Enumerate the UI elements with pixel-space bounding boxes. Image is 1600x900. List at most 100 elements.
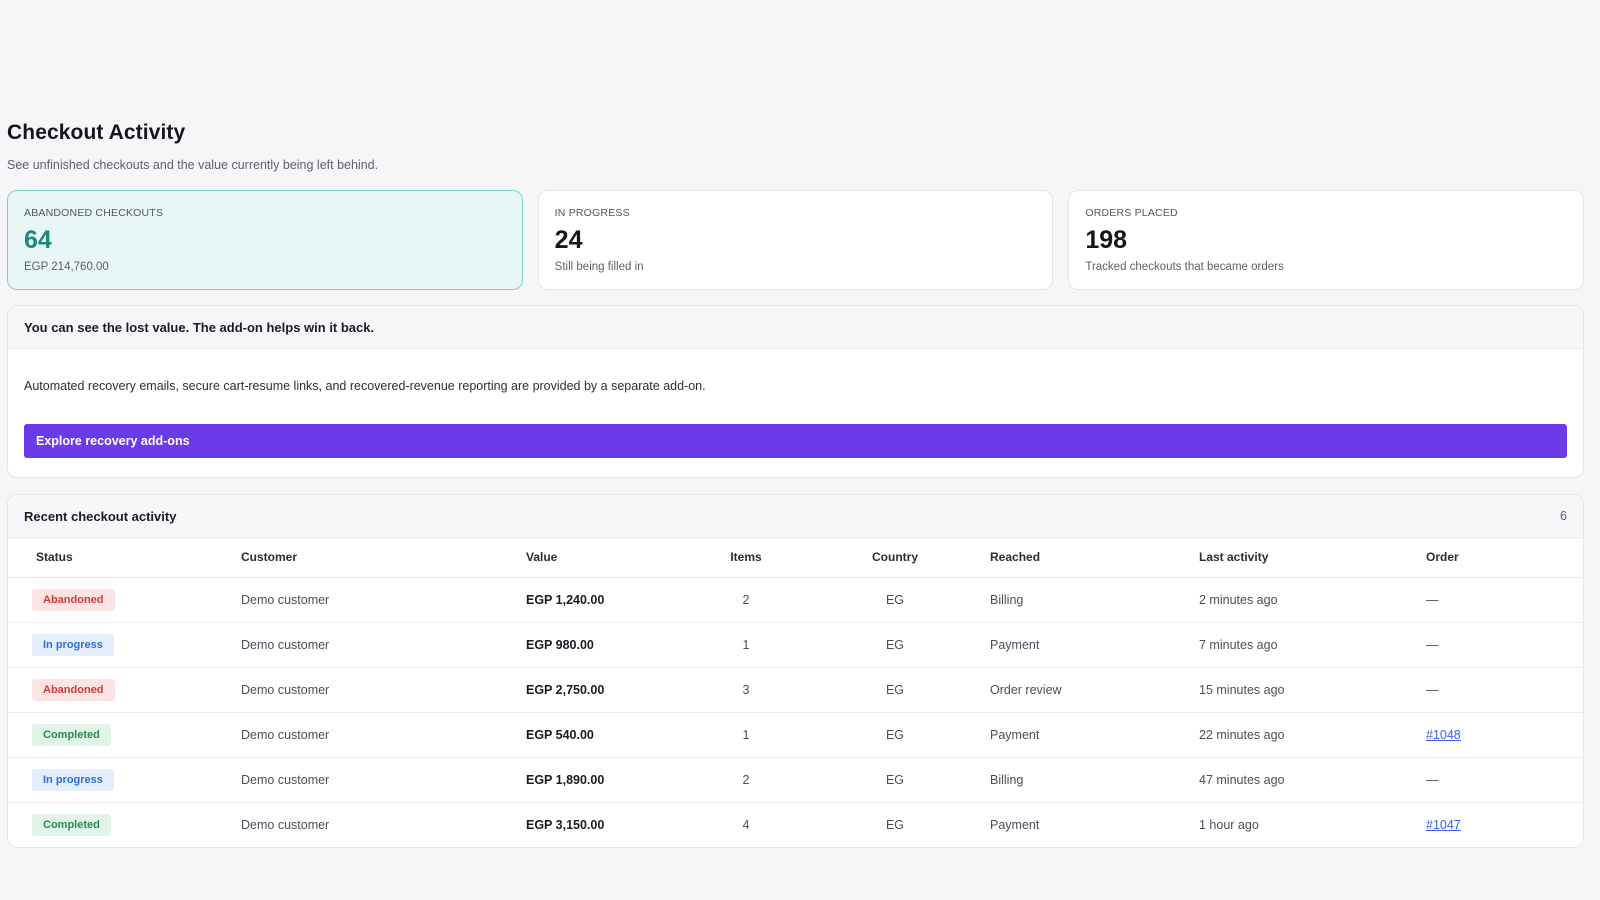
table-row[interactable]: Abandoned Demo customer EGP 2,750.00 3 EG Ord… [8, 667, 1583, 713]
checkout-activity-page: Checkout Activity See unfinished checkou… [7, 120, 1585, 848]
page-subtitle: See unfinished checkouts and the value c… [7, 158, 379, 172]
column-header-customer[interactable]: Customer [241, 538, 526, 578]
reached-cell: Billing [990, 757, 1199, 803]
order-cell: — [1426, 577, 1583, 623]
stat-label: IN PROGRESS [554, 207, 630, 219]
column-spacer [922, 538, 990, 578]
table-header-row: Status Customer Value Items Country Reac… [8, 538, 1583, 578]
cell-spacer [766, 712, 868, 758]
country-cell: EG [868, 667, 922, 713]
status-cell: Abandoned [8, 577, 241, 623]
last-activity-cell: 15 minutes ago [1199, 667, 1426, 713]
country-cell: EG [868, 712, 922, 758]
activity-table-body: Abandoned Demo customer EGP 1,240.00 2 EG Bil… [8, 577, 1583, 847]
table-row[interactable]: In progress Demo customer EGP 980.00 1 EG Pay… [8, 622, 1583, 668]
stat-note: Still being filled in [554, 261, 644, 273]
status-badge: Abandoned [32, 678, 115, 701]
activity-title: Recent checkout activity [24, 508, 177, 524]
items-cell: 1 [726, 622, 766, 668]
stat-card-abandoned[interactable]: ABANDONED CHECKOUTS 64 EGP 214,760.00 [7, 190, 523, 290]
table-row[interactable]: Completed Demo customer EGP 3,150.00 4 EG Pay… [8, 802, 1583, 847]
items-cell: 3 [726, 667, 766, 713]
table-row[interactable]: In progress Demo customer EGP 1,890.00 2 EG B… [8, 757, 1583, 803]
stats-row: ABANDONED CHECKOUTS 64 EGP 214,760.00 IN… [7, 190, 1585, 290]
column-header-last-activity[interactable]: Last activity [1199, 538, 1426, 578]
recent-activity-panel: Recent checkout activity 6 Status Custom… [7, 494, 1584, 848]
value-cell: EGP 3,150.00 [526, 817, 605, 832]
order-cell: — [1426, 667, 1583, 713]
cell-spacer [766, 577, 868, 623]
items-cell: 2 [726, 757, 766, 803]
status-cell: Completed [8, 712, 241, 758]
column-header-reached[interactable]: Reached [990, 538, 1199, 578]
column-header-items[interactable]: Items [726, 538, 766, 578]
value-cell: EGP 1,240.00 [526, 577, 726, 623]
cell-spacer [922, 802, 990, 847]
cell-spacer [922, 622, 990, 668]
customer-cell: Demo customer [241, 757, 526, 803]
cell-spacer [766, 802, 868, 847]
table-row[interactable]: Abandoned Demo customer EGP 1,240.00 2 EG Bil… [8, 577, 1583, 623]
activity-count: 6 [1560, 509, 1567, 523]
status-badge: Completed [32, 813, 111, 836]
activity-header: Recent checkout activity 6 [8, 495, 1583, 538]
stat-value: 198 [1085, 226, 1128, 254]
status-cell: In progress [8, 757, 241, 803]
column-header-value[interactable]: Value [526, 538, 726, 578]
items-cell: 1 [726, 712, 766, 758]
value-cell: EGP 2,750.00 [526, 667, 726, 713]
country-cell: EG [868, 577, 922, 623]
customer-cell: Demo customer [241, 667, 526, 713]
reached-cell: Payment [990, 712, 1199, 758]
column-header-order[interactable]: Order [1426, 538, 1583, 578]
value-cell: EGP 1,890.00 [526, 757, 726, 803]
table-row[interactable]: Completed Demo customer EGP 540.00 1 EG Payme… [8, 712, 1583, 758]
order-link[interactable]: #1047 [1426, 818, 1461, 832]
status-badge: In progress [32, 633, 114, 656]
order-cell: — [1426, 622, 1583, 668]
last-activity-cell: 22 minutes ago [1199, 712, 1426, 758]
cell-spacer [922, 577, 990, 623]
status-cell: Completed [8, 802, 241, 847]
last-activity-cell: 7 minutes ago [1199, 622, 1426, 668]
cell-spacer [766, 622, 868, 668]
order-empty: — [1426, 637, 1439, 652]
upsell-description: Automated recovery emails, secure cart-r… [24, 379, 706, 393]
stat-note: EGP 214,760.00 [24, 261, 109, 273]
reached-cell: Billing [990, 577, 1199, 623]
customer-cell: Demo customer [241, 817, 330, 832]
column-header-status[interactable]: Status [8, 538, 241, 578]
country-cell: EG [868, 622, 922, 668]
cell-spacer [922, 712, 990, 758]
upsell-heading: You can see the lost value. The add-on h… [8, 306, 1583, 349]
explore-recovery-addons-button[interactable]: Explore recovery add-ons [24, 424, 1567, 458]
last-activity-cell: 1 hour ago [1199, 817, 1259, 832]
stat-note: Tracked checkouts that became orders [1085, 261, 1284, 273]
reached-cell: Order review [990, 667, 1199, 713]
cell-spacer [922, 667, 990, 713]
stat-card-orders-placed[interactable]: ORDERS PLACED 198 Tracked checkouts that… [1068, 190, 1585, 290]
cell-spacer [922, 757, 990, 803]
order-link[interactable]: #1048 [1426, 728, 1461, 742]
country-cell: EG [868, 757, 922, 803]
cell-spacer [766, 667, 868, 713]
recovery-upsell-panel: You can see the lost value. The add-on h… [7, 305, 1584, 478]
status-cell: In progress [8, 622, 241, 668]
stat-value: 24 [554, 226, 583, 254]
column-header-country[interactable]: Country [868, 538, 922, 578]
last-activity-cell: 2 minutes ago [1199, 577, 1426, 623]
order-empty: — [1426, 772, 1439, 787]
status-badge: In progress [32, 768, 114, 791]
status-badge: Abandoned [32, 588, 115, 611]
customer-cell: Demo customer [241, 577, 526, 623]
last-activity-cell: 47 minutes ago [1199, 757, 1426, 803]
upsell-body: Automated recovery emails, secure cart-r… [8, 349, 1583, 477]
reached-cell: Payment [990, 817, 1040, 832]
value-cell: EGP 540.00 [526, 712, 726, 758]
column-spacer [766, 538, 868, 578]
order-cell: #1047 [1426, 802, 1583, 847]
stat-card-in-progress[interactable]: IN PROGRESS 24 Still being filled in [537, 190, 1054, 290]
customer-cell: Demo customer [241, 622, 526, 668]
order-empty: — [1426, 592, 1439, 607]
page-title: Checkout Activity [7, 121, 186, 144]
